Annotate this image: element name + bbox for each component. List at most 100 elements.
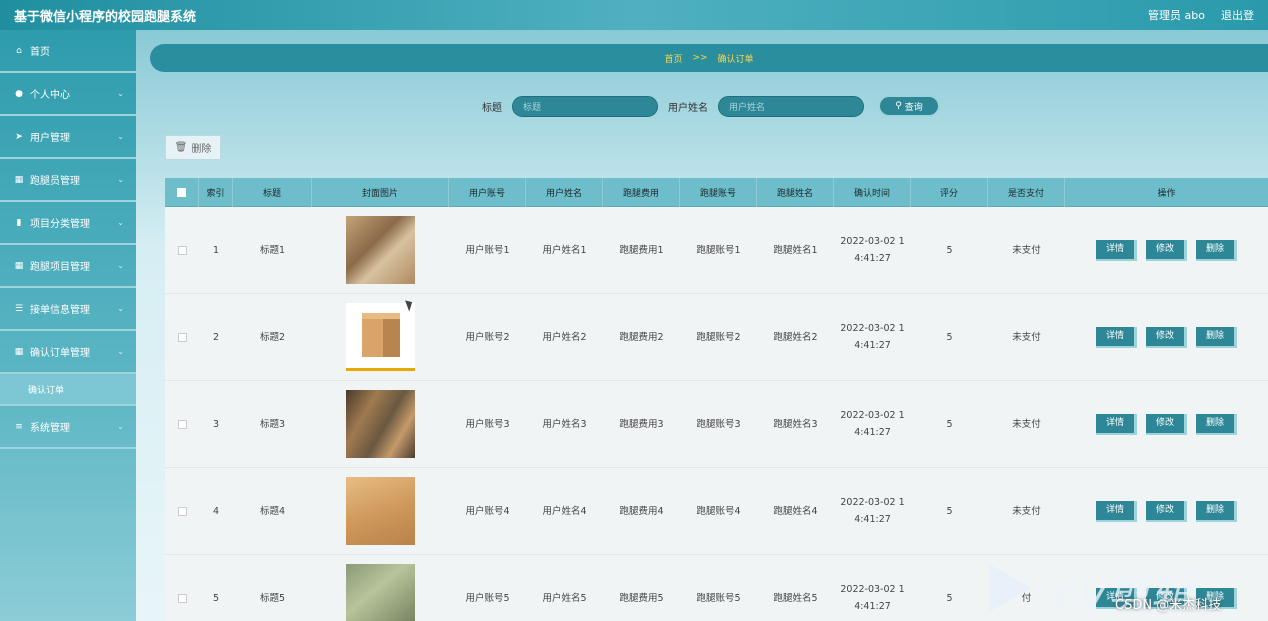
cell-user-account: 用户账号1 (465, 244, 510, 256)
column-header[interactable]: 跑腿费用 (603, 178, 680, 207)
cell-runner-account: 跑腿账号5 (696, 592, 741, 604)
column-header[interactable]: 用户姓名 (526, 178, 603, 207)
sidebar-subitem-confirm-order[interactable]: 确认订单 (0, 374, 136, 406)
cell-paid: 未支付 (1012, 505, 1041, 517)
home-icon: ⌂ (16, 45, 22, 56)
detail-button[interactable]: 详情 (1096, 587, 1137, 609)
logout-link[interactable]: 退出登 (1221, 7, 1254, 23)
delete-button[interactable]: 删除 (1196, 413, 1237, 435)
cell-user-name: 用户姓名1 (542, 244, 587, 256)
breadcrumb: 首页 >> 确认订单 (150, 44, 1268, 72)
column-header[interactable]: 用户账号 (449, 178, 526, 207)
delete-button[interactable]: 删除 (1196, 587, 1237, 609)
bulk-delete-label: 删除 (191, 144, 212, 155)
sidebar-item-system[interactable]: ≡ 系统管理 ⌄ (0, 406, 136, 449)
column-header[interactable]: 标题 (233, 178, 312, 207)
cell-score: 5 (946, 592, 953, 604)
time-line-1: 2022-03-02 1 (840, 323, 905, 334)
edit-button[interactable]: 修改 (1146, 500, 1187, 522)
cover-image[interactable] (346, 564, 415, 621)
row-checkbox[interactable] (177, 419, 187, 429)
cell-user-name: 用户姓名4 (542, 505, 587, 517)
cell-fee: 跑腿费用2 (619, 331, 664, 343)
delete-button[interactable]: 删除 (1196, 239, 1237, 261)
breadcrumb-home[interactable]: 首页 (664, 52, 682, 65)
delete-button[interactable]: 删除 (1196, 326, 1237, 348)
sidebar-item-label: 首页 (30, 47, 50, 58)
detail-button[interactable]: 详情 (1096, 413, 1137, 435)
top-bar: 基于微信小程序的校园跑腿系统 管理员 abo 退出登 (0, 0, 1268, 30)
row-checkbox[interactable] (177, 506, 187, 516)
title-search-input[interactable]: 标题 (512, 95, 658, 117)
sidebar: ⌂ 首页 ● 个人中心 ⌄ ➤ 用户管理 ⌄ ▦ 跑腿员管理 ⌄ ▮ 项目分类管理 ⌄ ▦ 跑腿项目… (0, 30, 136, 621)
cover-image[interactable] (346, 216, 415, 284)
sidebar-item-runners[interactable]: ▦ 跑腿员管理 ⌄ (0, 159, 136, 202)
sidebar-item-orders-info[interactable]: ☰ 接单信息管理 ⌄ (0, 288, 136, 331)
detail-button[interactable]: 详情 (1096, 239, 1137, 261)
breadcrumb-separator: >> (692, 53, 708, 63)
time-line-1: 2022-03-02 1 (840, 236, 905, 247)
cell-user-account: 用户账号4 (465, 505, 510, 517)
column-header[interactable]: 操作 (1065, 178, 1268, 207)
column-header[interactable]: 封面图片 (312, 178, 449, 207)
row-checkbox[interactable] (177, 593, 187, 603)
cell-user-account: 用户账号3 (465, 418, 510, 430)
search-button[interactable]: ⚲ 查询 (878, 95, 940, 117)
column-header[interactable]: 跑腿账号 (680, 178, 757, 207)
cell-runner-account: 跑腿账号1 (696, 244, 741, 256)
cell-paid: 未支付 (1012, 331, 1041, 343)
chevron-down-icon: ⌄ (117, 347, 124, 356)
cell-score: 5 (946, 418, 953, 430)
sidebar-item-users[interactable]: ➤ 用户管理 ⌄ (0, 116, 136, 159)
table-header: 索引 标题 封面图片 用户账号 用户姓名 跑腿费用 跑腿账号 跑腿姓名 确认时间… (165, 178, 1268, 207)
sidebar-item-label: 用户管理 (30, 133, 70, 144)
detail-button[interactable]: 详情 (1096, 326, 1137, 348)
table-row: 4 标题4 用户账号4 用户姓名4 跑腿费用4 跑腿账号4 跑腿姓名4 2022… (165, 468, 1268, 555)
sidebar-item-categories[interactable]: ▮ 项目分类管理 ⌄ (0, 202, 136, 245)
cell-index: 1 (212, 244, 220, 256)
chevron-down-icon: ⌄ (117, 261, 124, 270)
delete-button[interactable]: 删除 (1196, 500, 1237, 522)
sidebar-item-label: 确认订单管理 (30, 348, 90, 359)
bulk-delete-button[interactable]: 🗑 删除 (165, 135, 221, 160)
sidebar-item-confirm-orders[interactable]: ▦ 确认订单管理 ⌄ (0, 331, 136, 374)
edit-button[interactable]: 修改 (1146, 413, 1187, 435)
edit-button[interactable]: 修改 (1146, 239, 1187, 261)
cell-runner-name: 跑腿姓名2 (773, 331, 818, 343)
cell-paid: 未支付 (1012, 244, 1041, 256)
row-checkbox[interactable] (177, 245, 187, 255)
sidebar-item-projects[interactable]: ▦ 跑腿项目管理 ⌄ (0, 245, 136, 288)
cell-index: 4 (212, 505, 220, 517)
search-icon: ⚲ (895, 101, 902, 111)
cell-title: 标题5 (259, 592, 286, 604)
username-search-input[interactable]: 用户姓名 (718, 95, 864, 117)
edit-button[interactable]: 修改 (1146, 326, 1187, 348)
cell-runner-account: 跑腿账号3 (696, 418, 741, 430)
sidebar-item-label: 接单信息管理 (30, 305, 90, 316)
bar-chart-icon: ▮ (16, 217, 22, 228)
cover-image[interactable] (346, 390, 415, 458)
select-all-checkbox[interactable] (177, 188, 186, 197)
cell-confirm-time: 2022-03-02 1 4:41:27 (834, 294, 911, 380)
row-checkbox[interactable] (177, 332, 187, 342)
sidebar-item-label: 项目分类管理 (30, 219, 90, 230)
cell-title: 标题1 (259, 244, 286, 256)
cell-runner-name: 跑腿姓名5 (773, 592, 818, 604)
cover-image[interactable] (346, 477, 415, 545)
detail-button[interactable]: 详情 (1096, 500, 1137, 522)
edit-button[interactable]: 修改 (1146, 587, 1187, 609)
column-header[interactable]: 是否支付 (988, 178, 1065, 207)
sidebar-item-home[interactable]: ⌂ 首页 (0, 30, 136, 73)
cell-title: 标题2 (259, 331, 286, 343)
cover-image[interactable] (346, 303, 415, 371)
cell-paid: 未支付 (1012, 418, 1041, 430)
table-row: 1 标题1 用户账号1 用户姓名1 跑腿费用1 跑腿账号1 跑腿姓名1 2022… (165, 207, 1268, 294)
column-header[interactable]: 跑腿姓名 (757, 178, 834, 207)
user-icon: ● (15, 88, 23, 99)
column-header[interactable]: 评分 (911, 178, 988, 207)
column-header[interactable]: 索引 (199, 178, 233, 207)
sidebar-item-profile[interactable]: ● 个人中心 ⌄ (0, 73, 136, 116)
search-bar: 标题 标题 用户姓名 用户姓名 ⚲ 查询 (482, 95, 940, 117)
chevron-down-icon: ⌄ (117, 175, 124, 184)
column-header[interactable]: 确认时间 (834, 178, 911, 207)
